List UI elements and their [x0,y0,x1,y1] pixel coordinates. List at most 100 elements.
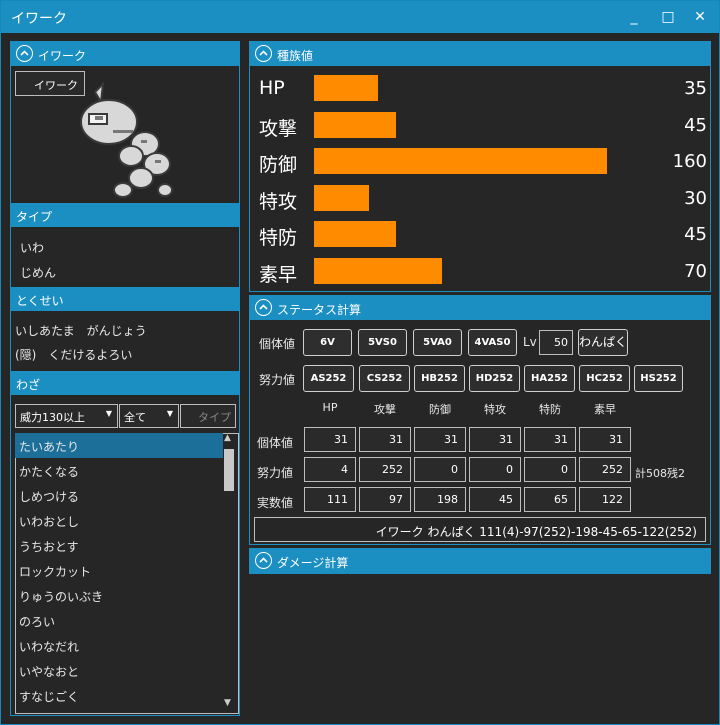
chevron-up-icon[interactable] [255,552,272,569]
actual-cell[interactable]: 198 [414,487,466,512]
move-item[interactable]: うちおとす [15,533,223,558]
actual-cell[interactable]: 111 [304,487,356,512]
power-filter-value: 威力130以上 [20,411,85,424]
actual-cell[interactable]: 122 [579,487,631,512]
move-item[interactable]: いやなおと [15,658,223,683]
ev-label: 努力値 [259,373,296,387]
iv-preset-6v-button[interactable]: 6V [303,329,352,356]
pokemon-sprite [80,81,173,198]
chevron-up-icon[interactable] [255,45,272,62]
moves-header: わざ [11,371,239,395]
iv-preset-4vas0-button[interactable]: 4VAS0 [468,329,517,356]
ev-preset-hs252-button[interactable]: HS252 [634,365,683,392]
app-window: イワーク _ □ ✕ イワーク イワーク タイプ いわ じめん とくせい いしあ… [0,0,720,725]
stat-label-defense: 防御 [259,154,298,176]
nature-button[interactable]: わんぱく [578,329,628,356]
iv-cell[interactable]: 31 [304,427,356,452]
actual-cell[interactable]: 45 [469,487,521,512]
move-item[interactable]: しめつける [15,483,223,508]
ev-cell[interactable]: 4 [304,457,356,482]
column-header-sp-defense: 特防 [539,403,561,416]
stat-value-attack: 45 [684,114,707,136]
stat-value-speed: 70 [684,260,707,282]
level-label: Lv [523,335,537,349]
ability-1: いしあたま がんじょう [15,324,147,338]
stat-label-hp: HP [259,77,285,99]
type-2: じめん [20,266,57,280]
type-header: タイプ [11,203,239,227]
move-item[interactable]: すなじごく [15,683,223,708]
ev-preset-ha252-button[interactable]: HA252 [524,365,575,392]
status-calc-header[interactable]: ステータス計算 [250,296,710,320]
stat-bar-defense [314,148,607,174]
close-button[interactable]: ✕ [689,7,711,27]
stat-value-sp-attack: 30 [684,187,707,209]
iv-cell[interactable]: 31 [579,427,631,452]
scroll-down-icon[interactable]: ▼ [224,698,231,708]
move-item[interactable]: ロックカット [15,558,223,583]
ev-preset-hd252-button[interactable]: HD252 [469,365,520,392]
maximize-button[interactable]: □ [657,7,679,27]
level-input[interactable]: 50 [539,330,573,355]
move-item[interactable]: のろい [15,608,223,633]
title-bar[interactable]: イワーク _ □ ✕ [1,1,719,33]
iv-cell[interactable]: 31 [524,427,576,452]
ev-cell[interactable]: 252 [579,457,631,482]
status-calc-title: ステータス計算 [277,303,362,317]
ev-cell[interactable]: 252 [359,457,411,482]
column-header-hp: HP [322,401,338,414]
pokemon-header-label: イワーク [38,49,87,63]
iv-cell[interactable]: 31 [414,427,466,452]
move-item[interactable]: りゅうのいぶき [15,583,223,608]
stat-bar-hp [314,75,378,101]
move-item[interactable]: たいあたり [15,433,223,458]
stat-label-sp-attack: 特攻 [259,190,298,213]
stat-bar-sp-defense [314,221,396,247]
ability-2: (隠) くだけるよろい [15,348,133,362]
pokemon-header[interactable]: イワーク [11,42,239,66]
iv-cell[interactable]: 31 [359,427,411,452]
ev-cell[interactable]: 0 [469,457,521,482]
ev-cell[interactable]: 0 [524,457,576,482]
stat-bar-speed [314,257,442,284]
ev-preset-cs252-button[interactable]: CS252 [359,365,410,392]
move-list-scrollbar[interactable]: ▲ ▼ [223,433,235,713]
column-header-speed: 素早 [594,403,616,416]
ev-preset-as252-button[interactable]: AS252 [303,365,354,392]
move-item[interactable]: かたくなる [15,458,223,483]
stat-label-attack: 攻撃 [259,117,298,140]
iv-cell[interactable]: 31 [469,427,521,452]
scroll-up-icon[interactable]: ▲ [224,433,231,443]
damage-calc-header[interactable]: ダメージ計算 [250,549,710,573]
type-1: いわ [20,241,45,255]
actual-cell[interactable]: 97 [359,487,411,512]
stat-label-sp-defense: 特防 [259,227,298,249]
stat-label-speed: 素早 [259,263,298,286]
stat-value-sp-defense: 45 [684,224,707,245]
chevron-up-icon[interactable] [16,45,33,62]
all-filter-select[interactable]: 全て ▼ [119,404,179,428]
window-title: イワーク [11,11,67,27]
row-label-ev: 努力値 [257,466,294,480]
ev-cell[interactable]: 0 [414,457,466,482]
iv-preset-5va0-button[interactable]: 5VA0 [413,329,462,356]
damage-calc-title: ダメージ計算 [277,556,349,570]
iv-preset-5vs0-button[interactable]: 5VS0 [358,329,407,356]
type-filter-input[interactable]: タイプ [180,404,236,428]
base-stats-title: 種族値 [277,49,314,63]
chevron-up-icon[interactable] [255,299,272,316]
move-item[interactable]: いわおとし [15,508,223,533]
actual-cell[interactable]: 65 [524,487,576,512]
move-item[interactable]: いわなだれ [15,633,223,658]
minimize-button[interactable]: _ [623,7,645,27]
stat-bar-sp-attack [314,184,369,211]
base-stats-header[interactable]: 種族値 [250,42,710,66]
power-filter-select[interactable]: 威力130以上 ▼ [15,404,118,428]
stat-value-hp: 35 [684,78,707,99]
ev-preset-hc252-button[interactable]: HC252 [579,365,630,392]
dropdown-arrow-icon: ▼ [105,409,112,418]
ev-total-text: 計508残2 [635,467,685,480]
summary-output[interactable]: イワーク わんぱく 111(4)-97(252)-198-45-65-122(2… [254,517,706,542]
ev-preset-hb252-button[interactable]: HB252 [414,365,465,392]
scrollbar-thumb[interactable] [224,449,234,491]
